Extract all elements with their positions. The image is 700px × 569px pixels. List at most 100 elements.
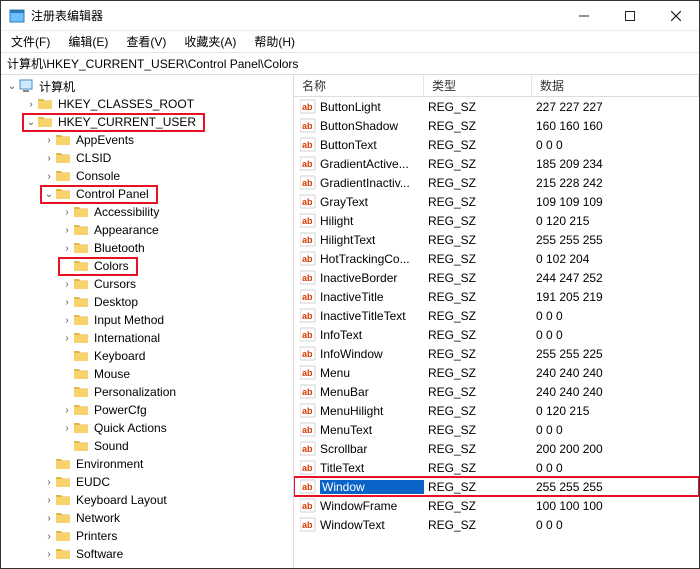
tree-item[interactable]: Personalization xyxy=(1,383,293,401)
value-row[interactable]: MenuBar REG_SZ 240 240 240 xyxy=(294,382,699,401)
tree-item[interactable]: ⌄ Control Panel xyxy=(1,185,293,203)
folder-icon xyxy=(74,259,89,273)
value-type: REG_SZ xyxy=(424,195,532,209)
menu-help[interactable]: 帮助(H) xyxy=(248,31,301,52)
minimize-button[interactable] xyxy=(561,1,607,30)
menu-view[interactable]: 查看(V) xyxy=(120,31,172,52)
titlebar[interactable]: 注册表编辑器 xyxy=(1,1,699,31)
list-header[interactable]: 名称 类型 数据 xyxy=(294,75,699,97)
tree-item[interactable]: › Printers xyxy=(1,527,293,545)
value-type: REG_SZ xyxy=(424,328,532,342)
chevron-down-icon[interactable]: ⌄ xyxy=(42,189,56,200)
chevron-down-icon[interactable]: ⌄ xyxy=(5,81,19,92)
value-row[interactable]: GradientInactiv... REG_SZ 215 228 242 xyxy=(294,173,699,192)
tree-item[interactable]: › Appearance xyxy=(1,221,293,239)
value-row[interactable]: InactiveTitleText REG_SZ 0 0 0 xyxy=(294,306,699,325)
chevron-down-icon[interactable]: ⌄ xyxy=(24,117,38,128)
tree-item[interactable]: › Accessibility xyxy=(1,203,293,221)
chevron-right-icon[interactable]: › xyxy=(42,495,56,506)
value-row[interactable]: InfoText REG_SZ 0 0 0 xyxy=(294,325,699,344)
value-row[interactable]: WindowText REG_SZ 0 0 0 xyxy=(294,515,699,534)
tree-item[interactable]: Environment xyxy=(1,455,293,473)
chevron-right-icon[interactable]: › xyxy=(42,531,56,542)
chevron-right-icon[interactable]: › xyxy=(60,279,74,290)
value-row[interactable]: MenuHilight REG_SZ 0 120 215 xyxy=(294,401,699,420)
tree-item[interactable]: Colors xyxy=(1,257,293,275)
value-row[interactable]: HotTrackingCo... REG_SZ 0 102 204 xyxy=(294,249,699,268)
tree-item[interactable]: › Cursors xyxy=(1,275,293,293)
folder-icon xyxy=(38,97,53,111)
tree-item[interactable]: › Bluetooth xyxy=(1,239,293,257)
close-button[interactable] xyxy=(653,1,699,30)
col-type[interactable]: 类型 xyxy=(424,75,532,96)
value-row[interactable]: Hilight REG_SZ 0 120 215 xyxy=(294,211,699,230)
value-row[interactable]: MenuText REG_SZ 0 0 0 xyxy=(294,420,699,439)
chevron-right-icon[interactable]: › xyxy=(42,513,56,524)
value-name: Scrollbar xyxy=(320,442,424,456)
tree-item[interactable]: › AppEvents xyxy=(1,131,293,149)
tree-item[interactable]: › Console xyxy=(1,167,293,185)
col-data[interactable]: 数据 xyxy=(532,75,699,96)
chevron-right-icon[interactable]: › xyxy=(60,207,74,218)
value-row[interactable]: Scrollbar REG_SZ 200 200 200 xyxy=(294,439,699,458)
value-row[interactable]: InactiveBorder REG_SZ 244 247 252 xyxy=(294,268,699,287)
tree-item-label: Bluetooth xyxy=(92,241,147,255)
maximize-button[interactable] xyxy=(607,1,653,30)
tree-item[interactable]: › Quick Actions xyxy=(1,419,293,437)
tree-item[interactable]: › CLSID xyxy=(1,149,293,167)
menu-edit[interactable]: 编辑(E) xyxy=(62,31,114,52)
tree-item[interactable]: › HKEY_CLASSES_ROOT xyxy=(1,95,293,113)
tree-item[interactable]: › PowerCfg xyxy=(1,401,293,419)
tree-root[interactable]: ⌄ 计算机 xyxy=(1,77,293,95)
value-data: 0 0 0 xyxy=(532,309,699,323)
value-list[interactable]: 名称 类型 数据 ButtonLight REG_SZ 227 227 227 … xyxy=(294,75,699,568)
chevron-right-icon[interactable]: › xyxy=(60,423,74,434)
value-row[interactable]: Window REG_SZ 255 255 255 xyxy=(294,477,699,496)
chevron-right-icon[interactable]: › xyxy=(24,99,38,110)
value-row[interactable]: TitleText REG_SZ 0 0 0 xyxy=(294,458,699,477)
tree-item[interactable]: › International xyxy=(1,329,293,347)
col-name[interactable]: 名称 xyxy=(294,75,424,96)
value-row[interactable]: ButtonLight REG_SZ 227 227 227 xyxy=(294,97,699,116)
menu-favorites[interactable]: 收藏夹(A) xyxy=(178,31,242,52)
tree-item[interactable]: › Keyboard Layout xyxy=(1,491,293,509)
tree-item[interactable]: › EUDC xyxy=(1,473,293,491)
tree-item[interactable]: › Desktop xyxy=(1,293,293,311)
tree-item[interactable]: ⌄ HKEY_CURRENT_USER xyxy=(1,113,293,131)
value-type: REG_SZ xyxy=(424,138,532,152)
value-row[interactable]: Menu REG_SZ 240 240 240 xyxy=(294,363,699,382)
value-row[interactable]: InactiveTitle REG_SZ 191 205 219 xyxy=(294,287,699,306)
tree-item[interactable]: Keyboard xyxy=(1,347,293,365)
chevron-right-icon[interactable]: › xyxy=(42,171,56,182)
value-row[interactable]: GrayText REG_SZ 109 109 109 xyxy=(294,192,699,211)
chevron-right-icon[interactable]: › xyxy=(42,477,56,488)
chevron-right-icon[interactable]: › xyxy=(60,315,74,326)
value-row[interactable]: ButtonText REG_SZ 0 0 0 xyxy=(294,135,699,154)
tree-item[interactable]: › Software xyxy=(1,545,293,563)
chevron-right-icon[interactable]: › xyxy=(60,243,74,254)
value-row[interactable]: ButtonShadow REG_SZ 160 160 160 xyxy=(294,116,699,135)
chevron-right-icon[interactable]: › xyxy=(60,297,74,308)
chevron-right-icon[interactable]: › xyxy=(60,405,74,416)
chevron-right-icon[interactable]: › xyxy=(60,333,74,344)
menu-file[interactable]: 文件(F) xyxy=(5,31,56,52)
value-name: InactiveTitle xyxy=(320,290,424,304)
tree-item[interactable]: › Input Method xyxy=(1,311,293,329)
value-row[interactable]: WindowFrame REG_SZ 100 100 100 xyxy=(294,496,699,515)
folder-icon xyxy=(74,421,89,435)
chevron-right-icon[interactable]: › xyxy=(42,549,56,560)
tree-item[interactable]: Mouse xyxy=(1,365,293,383)
chevron-right-icon[interactable]: › xyxy=(42,135,56,146)
chevron-right-icon[interactable]: › xyxy=(60,225,74,236)
menubar: 文件(F) 编辑(E) 查看(V) 收藏夹(A) 帮助(H) xyxy=(1,31,699,53)
address-bar[interactable]: 计算机\HKEY_CURRENT_USER\Control Panel\Colo… xyxy=(1,53,699,75)
value-row[interactable]: GradientActive... REG_SZ 185 209 234 xyxy=(294,154,699,173)
value-type: REG_SZ xyxy=(424,233,532,247)
registry-tree[interactable]: ⌄ 计算机 › HKEY_CLASSES_ROOT ⌄ HKEY_CURRENT… xyxy=(1,75,294,568)
tree-item[interactable]: › Network xyxy=(1,509,293,527)
tree-item[interactable]: Sound xyxy=(1,437,293,455)
value-row[interactable]: InfoWindow REG_SZ 255 255 225 xyxy=(294,344,699,363)
tree-item-label: Input Method xyxy=(92,313,166,327)
chevron-right-icon[interactable]: › xyxy=(42,153,56,164)
value-row[interactable]: HilightText REG_SZ 255 255 255 xyxy=(294,230,699,249)
